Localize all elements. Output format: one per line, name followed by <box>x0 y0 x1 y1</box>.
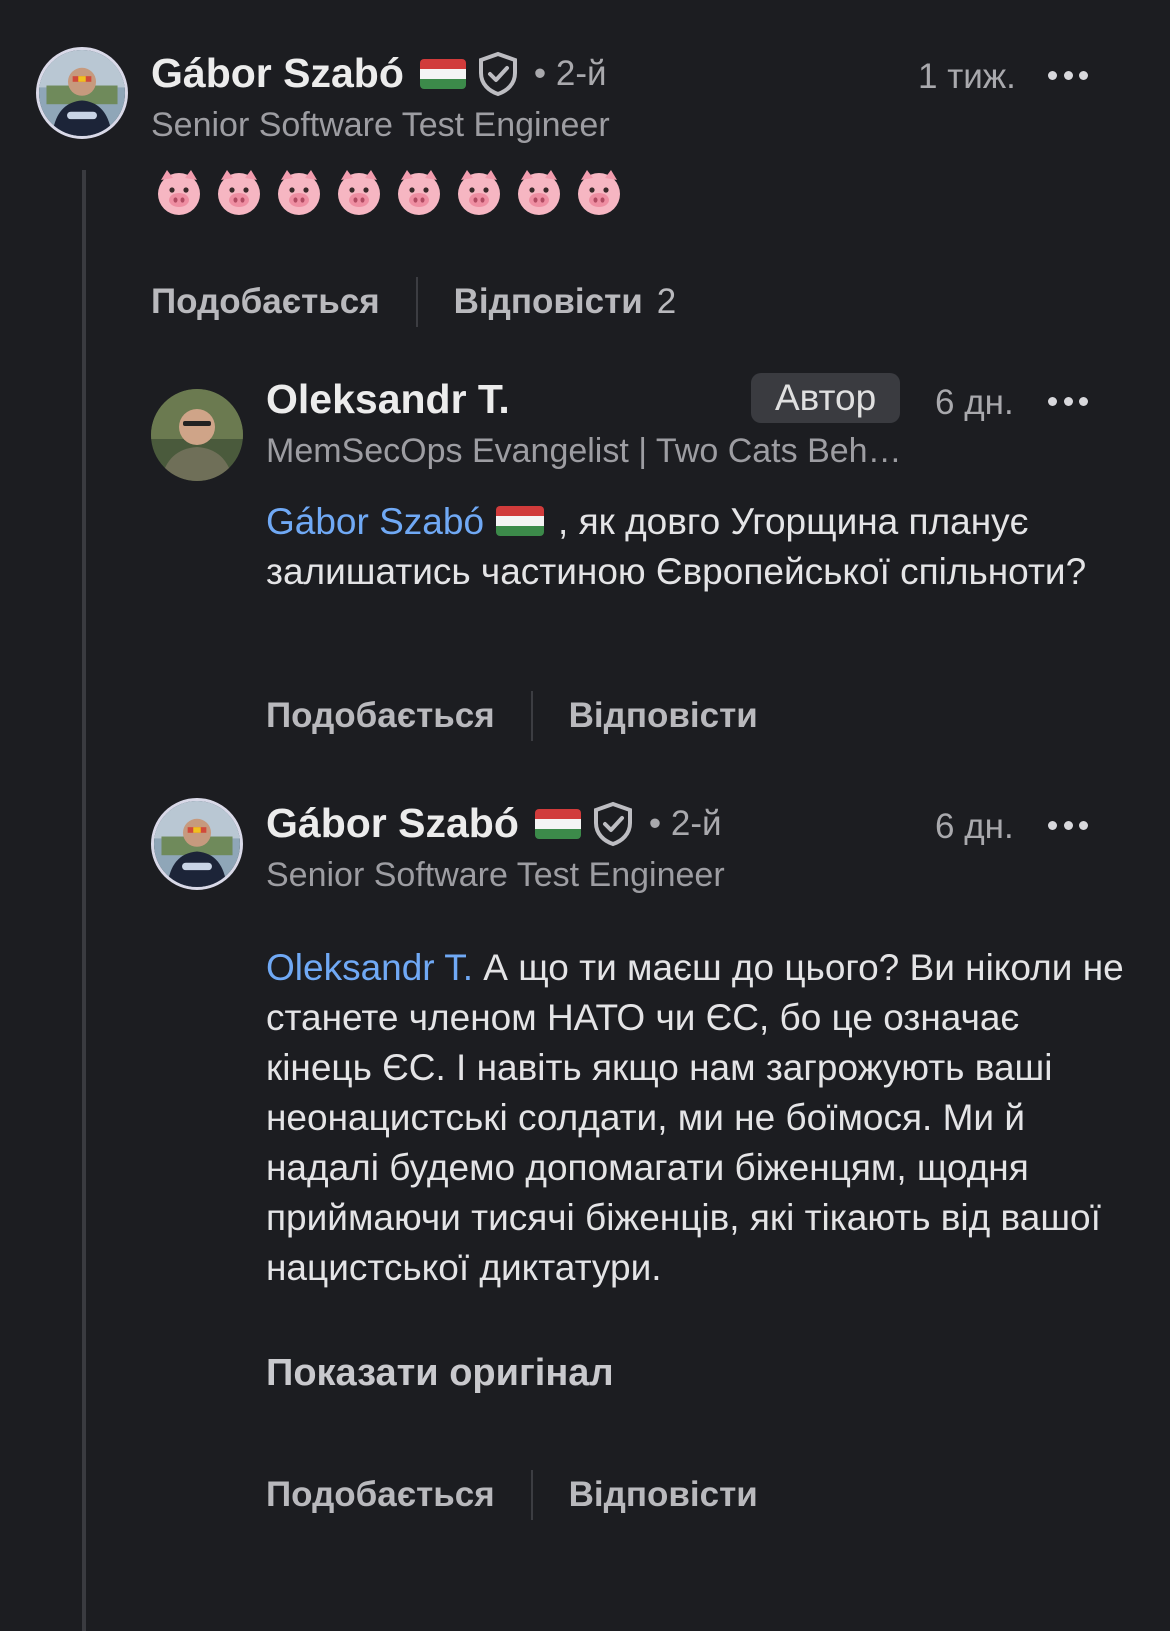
divider <box>415 277 418 327</box>
author-name[interactable]: Gábor Szabó • 2-й <box>266 800 722 847</box>
reply-count: 2 <box>656 282 677 321</box>
pig-face-icon <box>573 166 625 218</box>
comment-body: Oleksandr T. А що ти маєш до цього? Ви н… <box>266 943 1126 1293</box>
comment-actions: Подобається Відповісти 2 <box>151 277 676 327</box>
avatar[interactable] <box>151 798 243 890</box>
author-name-text[interactable]: Oleksandr T. <box>266 376 510 423</box>
divider <box>530 691 533 741</box>
connection-degree: • 2-й <box>533 53 607 93</box>
comment-oleksandr: Oleksandr T. Автор 6 дн. MemSecOps Evang… <box>0 340 1170 780</box>
comment-text: А що ти маєш до цього? Ви ніколи не стан… <box>266 947 1124 1288</box>
timestamp: 6 дн. <box>935 383 1014 422</box>
hungary-flag-icon <box>496 506 545 536</box>
pig-face-icon <box>333 166 385 218</box>
divider <box>530 1470 533 1520</box>
comment-body-emoji <box>153 166 625 218</box>
more-options-icon[interactable] <box>1048 393 1088 409</box>
connection-degree: • 2-й <box>648 803 722 843</box>
author-headline: Senior Software Test Engineer <box>151 106 610 144</box>
reply-button[interactable]: Відповісти <box>454 282 643 322</box>
comment-actions: Подобається Відповісти <box>266 691 758 741</box>
pig-face-icon <box>153 166 205 218</box>
shield-check-icon <box>476 51 520 97</box>
author-headline: MemSecOps Evangelist | Two Cats Beh… <box>266 432 902 470</box>
timestamp: 1 тиж. <box>918 57 1016 96</box>
more-options-icon[interactable] <box>1048 817 1088 833</box>
author-name[interactable]: Gábor Szabó • 2-й <box>151 50 607 97</box>
pig-face-icon <box>213 166 265 218</box>
more-options-icon[interactable] <box>1048 67 1088 83</box>
author-name[interactable]: Oleksandr T. <box>266 376 510 423</box>
pig-face-icon <box>393 166 445 218</box>
pig-face-icon <box>453 166 505 218</box>
avatar[interactable] <box>151 389 243 481</box>
comment-gabor-2: Gábor Szabó • 2-й 6 дн. Senior Software … <box>0 780 1170 1631</box>
show-original-button[interactable]: Показати оригінал <box>266 1352 614 1395</box>
comment-gabor-1: Gábor Szabó • 2-й Senior Software Test E… <box>0 0 1170 340</box>
comment-actions: Подобається Відповісти <box>266 1470 758 1520</box>
author-badge: Автор <box>751 373 901 423</box>
pig-face-icon <box>273 166 325 218</box>
shield-check-icon <box>591 801 635 847</box>
author-name-text[interactable]: Gábor Szabó <box>266 800 519 847</box>
comment-body: Gábor Szabó, як довго Угорщина планує за… <box>266 497 1126 597</box>
like-button[interactable]: Подобається <box>266 696 495 736</box>
pig-face-icon <box>513 166 565 218</box>
reply-button[interactable]: Відповісти <box>569 696 758 736</box>
author-headline: Senior Software Test Engineer <box>266 856 725 894</box>
author-name-text[interactable]: Gábor Szabó <box>151 50 404 97</box>
reply-button[interactable]: Відповісти <box>569 1475 758 1515</box>
mention-link[interactable]: Oleksandr T. <box>266 947 473 988</box>
hungary-flag-icon <box>419 58 466 89</box>
timestamp: 6 дн. <box>935 807 1014 846</box>
like-button[interactable]: Подобається <box>151 282 380 322</box>
mention-link[interactable]: Gábor Szabó <box>266 501 484 542</box>
hungary-flag-icon <box>534 808 581 839</box>
like-button[interactable]: Подобається <box>266 1475 495 1515</box>
avatar[interactable] <box>36 47 128 139</box>
